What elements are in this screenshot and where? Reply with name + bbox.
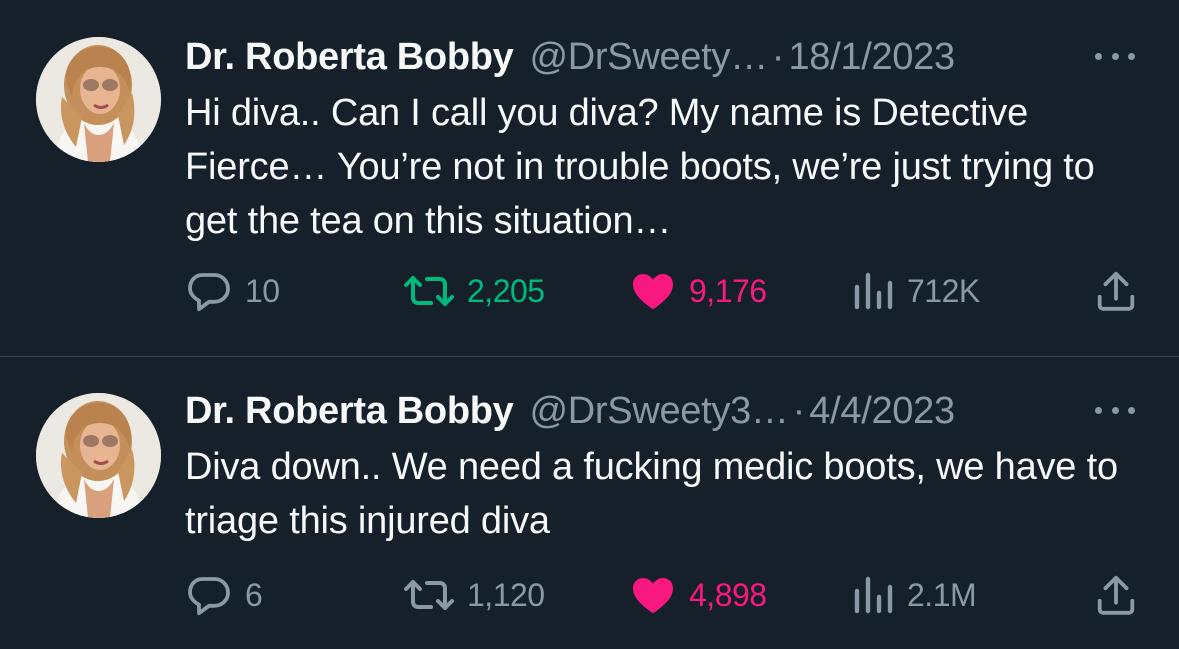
tweet-text: Diva down.. We need a fucking medic boot… <box>185 446 1118 542</box>
heart-icon <box>633 578 673 614</box>
share-button[interactable] <box>1093 266 1139 316</box>
display-name[interactable]: Dr. Roberta Bobby <box>185 388 514 434</box>
more-icon[interactable] <box>1091 394 1139 426</box>
avatar-photo <box>36 37 161 162</box>
share-icon <box>1097 271 1135 311</box>
tweet[interactable]: Dr. Roberta Bobby @DrSweety3… · 4/4/2023… <box>0 358 1179 649</box>
views-button[interactable]: 2.1M <box>851 570 977 620</box>
tweet-content: Dr. Roberta Bobby @DrSweety3… · 4/4/2023… <box>185 388 1139 548</box>
separator-dot: · <box>792 390 806 432</box>
retweet-button[interactable]: 2,205 <box>403 266 545 316</box>
tweet[interactable]: Dr. Roberta Bobby @DrSweety… · 18/1/2023… <box>0 0 1179 357</box>
display-name[interactable]: Dr. Roberta Bobby <box>185 34 514 80</box>
avatar[interactable] <box>36 393 161 518</box>
views-button[interactable]: 712K <box>851 266 980 316</box>
action-bar: 6 1,120 4,898 2.1M <box>185 570 1139 620</box>
retweet-button[interactable]: 1,120 <box>403 570 545 620</box>
views-icon <box>854 272 893 310</box>
avatar[interactable] <box>36 37 161 162</box>
views-count: 712K <box>907 272 980 309</box>
like-count: 9,176 <box>689 272 767 309</box>
retweet-icon <box>404 580 454 610</box>
share-icon <box>1097 575 1135 615</box>
like-count: 4,898 <box>689 576 767 613</box>
share-button[interactable] <box>1093 570 1139 620</box>
reply-button[interactable]: 10 <box>185 266 280 316</box>
like-button[interactable]: 9,176 <box>629 266 767 316</box>
reply-icon <box>188 577 230 616</box>
reply-count: 10 <box>245 272 280 309</box>
retweet-count: 2,205 <box>467 272 545 309</box>
avatar-photo <box>36 393 161 518</box>
tweet-date[interactable]: 18/1/2023 <box>788 34 955 80</box>
separator-dot: · <box>771 36 785 78</box>
tweet-text: Hi diva.. Can I call you diva? My name i… <box>185 92 1095 242</box>
reply-button[interactable]: 6 <box>185 570 263 620</box>
reply-icon <box>188 273 230 312</box>
retweet-icon <box>404 276 454 306</box>
user-handle[interactable]: @DrSweety… <box>530 34 769 80</box>
views-count: 2.1M <box>907 576 977 613</box>
retweet-count: 1,120 <box>467 576 545 613</box>
heart-icon <box>633 274 673 310</box>
user-handle[interactable]: @DrSweety3… <box>530 388 789 434</box>
more-icon[interactable] <box>1091 40 1139 72</box>
action-bar: 10 2,205 9,176 712K <box>185 266 1139 316</box>
tweet-header: Dr. Roberta Bobby @DrSweety… · 18/1/2023 <box>185 34 1139 80</box>
views-icon <box>854 576 893 614</box>
tweet-content: Dr. Roberta Bobby @DrSweety… · 18/1/2023… <box>185 34 1139 248</box>
tweet-date[interactable]: 4/4/2023 <box>809 388 955 434</box>
tweet-header: Dr. Roberta Bobby @DrSweety3… · 4/4/2023 <box>185 388 1139 434</box>
reply-count: 6 <box>245 576 263 613</box>
like-button[interactable]: 4,898 <box>629 570 767 620</box>
